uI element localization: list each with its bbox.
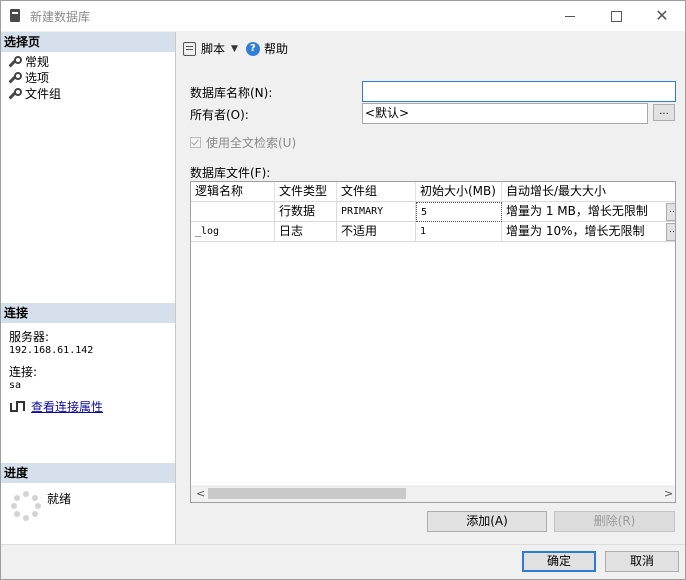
add-button[interactable]: 添加(A) bbox=[427, 511, 547, 532]
column-header[interactable]: 文件组 bbox=[337, 182, 416, 202]
grid-horizontal-scrollbar[interactable]: < > bbox=[191, 485, 675, 502]
wrench-icon bbox=[7, 88, 22, 100]
initial-size-cell[interactable]: 1 bbox=[416, 222, 502, 242]
view-connection-properties[interactable]: 查看连接属性 bbox=[9, 398, 103, 415]
connection-label: 连接: bbox=[9, 365, 38, 379]
file-type-cell[interactable]: 行数据 bbox=[275, 202, 337, 222]
title-bar: 新建数据库 ✕ bbox=[1, 1, 685, 31]
script-icon bbox=[183, 41, 196, 56]
progress-status: 就绪 bbox=[47, 492, 72, 506]
ok-button[interactable]: 确定 bbox=[522, 551, 596, 572]
page-item-options[interactable]: 选项 bbox=[7, 70, 61, 86]
autogrowth-cell[interactable]: 增量为 1 MB，增长无限制 bbox=[502, 202, 675, 222]
fulltext-label: 使用全文检索(U) bbox=[206, 136, 297, 150]
connection-info: 服务器: 192.168.61.142 连接: sa bbox=[9, 330, 93, 392]
column-header[interactable]: 初始大小(MB) bbox=[416, 182, 502, 202]
connection-plug-icon bbox=[9, 400, 25, 414]
server-label: 服务器: bbox=[9, 330, 50, 344]
server-value: 192.168.61.142 bbox=[9, 345, 94, 356]
help-icon: ? bbox=[245, 41, 260, 56]
owner-field[interactable]: <默认> bbox=[362, 103, 648, 124]
owner-label: 所有者(O): bbox=[190, 108, 249, 122]
page-item-label: 文件组 bbox=[25, 87, 62, 101]
script-dropdown-icon[interactable]: ▼ bbox=[231, 44, 238, 54]
maximize-icon bbox=[610, 10, 622, 22]
connection-header: 连接 bbox=[1, 303, 175, 323]
toolbar: 脚本 ▼ ? 帮助 bbox=[183, 40, 288, 57]
window-title: 新建数据库 bbox=[30, 10, 91, 24]
owner-browse-button[interactable]: ... bbox=[653, 104, 675, 121]
progress-spinner-icon bbox=[11, 491, 41, 521]
close-icon: ✕ bbox=[655, 6, 669, 25]
wrench-icon bbox=[7, 56, 22, 68]
script-button[interactable]: 脚本 bbox=[201, 40, 225, 57]
progress-header: 进度 bbox=[1, 463, 175, 483]
progress-area: 就绪 bbox=[11, 491, 71, 521]
scroll-right-icon[interactable]: > bbox=[664, 487, 673, 500]
db-files-grid[interactable]: 逻辑名称 文件类型 文件组 初始大小(MB) 自动增长/最大大小 行数据 PRI… bbox=[190, 181, 676, 503]
page-item-label: 常规 bbox=[25, 55, 50, 69]
checkbox-check-icon bbox=[190, 137, 201, 148]
fulltext-checkbox[interactable]: 使用全文检索(U) bbox=[190, 134, 296, 151]
minimize-icon bbox=[565, 15, 575, 17]
table-row[interactable]: 行数据 PRIMARY 5 增量为 1 MB，增长无限制 bbox=[191, 202, 675, 222]
db-name-input[interactable] bbox=[362, 81, 676, 102]
cancel-button[interactable]: 取消 bbox=[605, 551, 679, 572]
select-page-header: 选择页 bbox=[1, 32, 175, 52]
maximize-button[interactable] bbox=[593, 1, 639, 31]
column-header[interactable]: 文件类型 bbox=[275, 182, 337, 202]
initial-size-cell[interactable]: 5 bbox=[416, 202, 502, 222]
table-row[interactable]: _log 日志 不适用 1 增量为 10%，增长无限制 bbox=[191, 222, 675, 242]
file-type-cell[interactable]: 日志 bbox=[275, 222, 337, 242]
db-name-label: 数据库名称(N): bbox=[190, 86, 273, 100]
left-pane: 选择页 常规 选项 文件组 连接 服务器: 192.168.61.142 连接:… bbox=[1, 32, 176, 544]
autogrowth-edit-button[interactable]: .. bbox=[666, 223, 675, 241]
help-button[interactable]: 帮助 bbox=[264, 40, 288, 57]
grid-header-row: 逻辑名称 文件类型 文件组 初始大小(MB) 自动增长/最大大小 bbox=[191, 182, 675, 202]
autogrowth-cell[interactable]: 增量为 10%，增长无限制 bbox=[502, 222, 675, 242]
app-icon bbox=[10, 9, 20, 22]
logical-name-cell[interactable] bbox=[191, 202, 275, 222]
minimize-button[interactable] bbox=[547, 1, 593, 31]
close-button[interactable]: ✕ bbox=[639, 1, 685, 31]
logical-name-cell[interactable]: _log bbox=[191, 222, 275, 242]
db-files-label: 数据库文件(F): bbox=[190, 166, 271, 180]
filegroup-cell[interactable]: 不适用 bbox=[337, 222, 416, 242]
scrollbar-thumb[interactable] bbox=[208, 488, 406, 499]
column-header[interactable]: 自动增长/最大大小 bbox=[502, 182, 675, 202]
autogrowth-edit-button[interactable]: .. bbox=[666, 203, 675, 221]
remove-button[interactable]: 删除(R) bbox=[554, 511, 675, 532]
wrench-icon bbox=[7, 72, 22, 84]
new-database-dialog: 新建数据库 ✕ 选择页 常规 选项 文件组 连接 服务器: 192.168.61… bbox=[0, 0, 686, 580]
scroll-left-icon[interactable]: < bbox=[196, 487, 205, 500]
page-item-general[interactable]: 常规 bbox=[7, 54, 61, 70]
filegroup-cell[interactable]: PRIMARY bbox=[337, 202, 416, 222]
page-item-filegroups[interactable]: 文件组 bbox=[7, 86, 61, 102]
column-header[interactable]: 逻辑名称 bbox=[191, 182, 275, 202]
connection-value: sa bbox=[9, 380, 22, 391]
page-list: 常规 选项 文件组 bbox=[7, 54, 61, 102]
page-item-label: 选项 bbox=[25, 71, 50, 85]
view-connection-properties-link[interactable]: 查看连接属性 bbox=[31, 398, 103, 415]
